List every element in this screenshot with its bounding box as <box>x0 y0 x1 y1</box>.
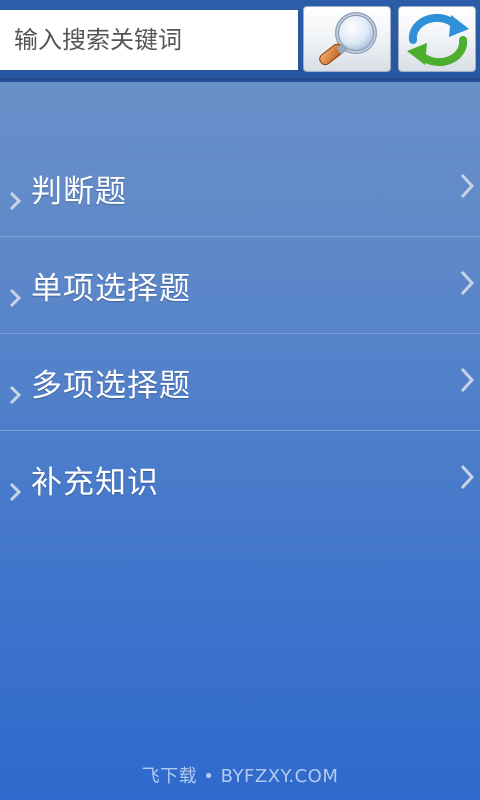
refresh-icon <box>407 13 469 67</box>
chevron-right-icon <box>9 482 22 502</box>
refresh-button[interactable] <box>398 6 476 72</box>
list-item-label: 单项选择题 <box>31 271 191 307</box>
list-item-label: 多项选择题 <box>31 368 191 404</box>
chevron-right-icon <box>460 270 475 296</box>
list-item-multiple-choice[interactable]: 多项选择题 <box>0 334 480 431</box>
list-item-true-false[interactable]: 判断题 <box>0 140 480 237</box>
magnifier-icon <box>319 12 377 66</box>
watermark: 飞下载 • BYFZXY.COM <box>141 766 339 787</box>
menu-list: 判断题 单项选择题 多项选择题 补充知识 <box>0 140 480 528</box>
chevron-right-icon <box>9 288 22 308</box>
list-item-label: 补充知识 <box>31 465 159 501</box>
chevron-right-icon <box>460 173 475 199</box>
search-input[interactable] <box>0 10 298 70</box>
chevron-right-icon <box>9 385 22 405</box>
list-item-supplementary[interactable]: 补充知识 <box>0 431 480 528</box>
chevron-right-icon <box>9 191 22 211</box>
top-bar <box>0 0 480 82</box>
list-item-single-choice[interactable]: 单项选择题 <box>0 237 480 334</box>
chevron-right-icon <box>460 464 475 490</box>
chevron-right-icon <box>460 367 475 393</box>
list-item-label: 判断题 <box>31 174 127 210</box>
search-button[interactable] <box>303 6 391 72</box>
